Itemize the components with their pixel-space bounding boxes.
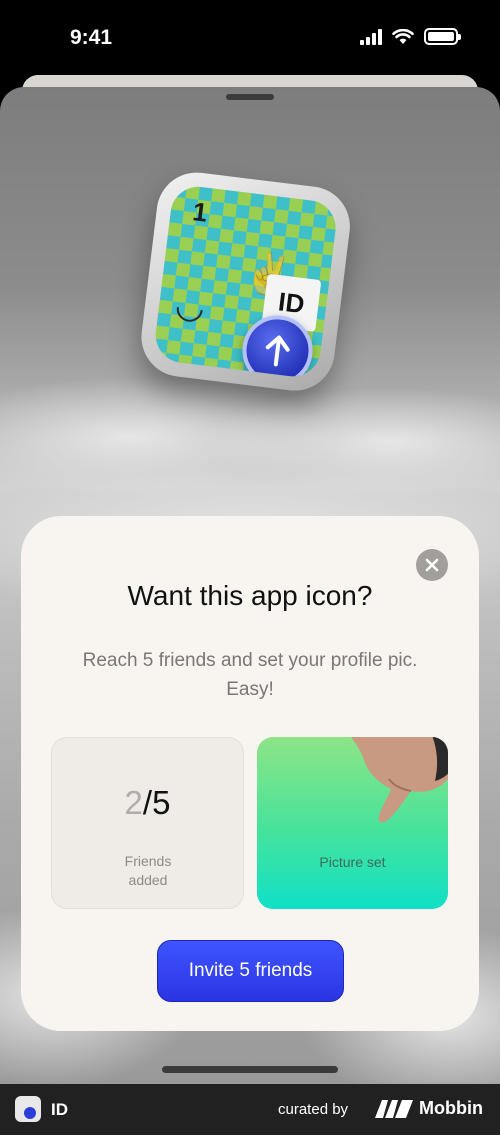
friends-total-count: /5 bbox=[142, 784, 171, 821]
invite-friends-button[interactable]: Invite 5 friends bbox=[157, 940, 344, 1002]
app-thumbnail-icon bbox=[15, 1096, 41, 1122]
battery-icon bbox=[424, 28, 461, 45]
mobbin-brand-name: Mobbin bbox=[419, 1098, 483, 1118]
home-indicator bbox=[162, 1066, 338, 1073]
friends-done-count: 2 bbox=[124, 784, 143, 821]
curated-by-text: curated by bbox=[278, 1101, 349, 1118]
status-icons bbox=[360, 28, 461, 45]
close-button[interactable] bbox=[416, 549, 448, 581]
modal-title: Want this app icon? bbox=[127, 580, 373, 611]
picture-set-tile: Picture set bbox=[257, 737, 448, 909]
thumbs-down-hand-image bbox=[351, 737, 448, 823]
wifi-icon bbox=[392, 28, 414, 44]
status-time: 9:41 bbox=[70, 26, 113, 49]
attribution-footer: ID curated by Mobbin bbox=[0, 1084, 500, 1135]
app-icon-preview: 1 ✌ ◡ ID bbox=[136, 168, 371, 407]
friends-tile-label: Friends added bbox=[124, 853, 172, 888]
mobbin-logo-icon bbox=[375, 1099, 413, 1118]
friends-count: 2/5 bbox=[52, 784, 243, 822]
picture-tile-label: Picture set bbox=[319, 854, 386, 870]
app-icon-artwork: 1 ✌ ◡ ID bbox=[152, 183, 339, 380]
close-icon bbox=[425, 558, 439, 572]
app-icon-frame: 1 ✌ ◡ ID bbox=[136, 168, 355, 396]
footer-app-name: ID bbox=[51, 1100, 68, 1119]
smiley-icon: ◡ bbox=[173, 285, 208, 328]
status-bar: 9:41 bbox=[0, 0, 500, 75]
cellular-signal-icon bbox=[360, 28, 382, 45]
modal-description: Reach 5 friends and set your profile pic… bbox=[82, 650, 418, 700]
app-icon-modal: Want this app icon? Reach 5 friends and … bbox=[21, 516, 479, 1031]
sheet-grabber[interactable] bbox=[226, 94, 274, 100]
friends-progress-tile: 2/5 Friends added bbox=[51, 737, 244, 909]
mobbin-brand: Mobbin bbox=[375, 1098, 483, 1119]
app-icon-number: 1 bbox=[191, 196, 210, 228]
